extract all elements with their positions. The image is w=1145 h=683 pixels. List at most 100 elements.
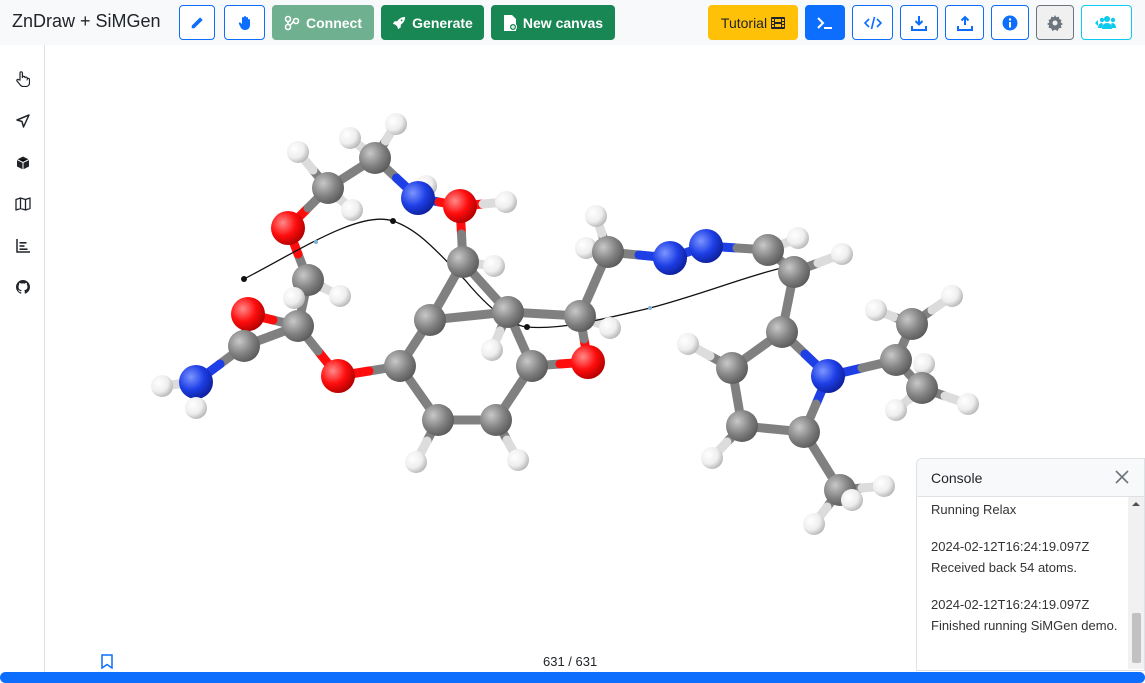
- atom-c[interactable]: [766, 316, 798, 348]
- atom-o[interactable]: [321, 359, 355, 393]
- atom-c[interactable]: [228, 330, 260, 362]
- atom-h[interactable]: [507, 449, 529, 471]
- atom-h[interactable]: [151, 375, 173, 397]
- atom-n[interactable]: [689, 229, 723, 263]
- log-message: Finished running SiMGen demo.: [931, 618, 1118, 633]
- atom-h[interactable]: [599, 317, 621, 339]
- atom-c[interactable]: [752, 234, 784, 266]
- atom-h[interactable]: [885, 399, 907, 421]
- new-canvas-button[interactable]: New canvas: [491, 5, 615, 40]
- rocket-icon: [392, 16, 406, 30]
- code-button[interactable]: [852, 5, 893, 40]
- atom-h[interactable]: [283, 287, 305, 309]
- atom-h[interactable]: [341, 199, 363, 221]
- selection-mode-button[interactable]: [224, 5, 265, 40]
- connect-button[interactable]: Connect: [272, 5, 374, 40]
- atom-h[interactable]: [483, 255, 505, 277]
- atom-n[interactable]: [811, 359, 845, 393]
- atom-c[interactable]: [492, 296, 524, 328]
- atom-c[interactable]: [422, 404, 454, 436]
- terminal-button[interactable]: [805, 5, 845, 40]
- scrollbar-thumb[interactable]: [1132, 613, 1141, 663]
- tutorial-button[interactable]: Tutorial: [708, 5, 798, 40]
- atom-c[interactable]: [564, 300, 596, 332]
- upload-button[interactable]: [945, 5, 984, 40]
- atom-n[interactable]: [179, 365, 213, 399]
- hand-pointer-icon: [16, 70, 31, 92]
- atom-c[interactable]: [414, 304, 446, 336]
- atom-c[interactable]: [384, 350, 416, 382]
- atom-h[interactable]: [873, 475, 895, 497]
- atom-n[interactable]: [401, 181, 435, 215]
- atom-c[interactable]: [359, 142, 391, 174]
- location-arrow-icon: [16, 113, 30, 133]
- settings-button[interactable]: [1036, 5, 1074, 40]
- generate-label: Generate: [412, 14, 473, 31]
- sidebar-item-modify[interactable]: [14, 156, 32, 174]
- atom-h[interactable]: [405, 451, 427, 473]
- atom-c[interactable]: [880, 344, 912, 376]
- close-icon[interactable]: [1114, 469, 1130, 485]
- atom-h[interactable]: [185, 397, 207, 419]
- atom-c[interactable]: [516, 350, 548, 382]
- frame-counter: 631 / 631: [543, 654, 598, 669]
- log-entry: 2024-02-12T16:24:19.097Z Finished runnin…: [931, 594, 1121, 636]
- atom-h[interactable]: [339, 127, 361, 149]
- atom-c[interactable]: [716, 352, 748, 384]
- atom-c[interactable]: [788, 416, 820, 448]
- film-icon: [771, 16, 786, 29]
- atom-h[interactable]: [287, 141, 309, 163]
- atom-c[interactable]: [592, 236, 624, 268]
- log-entry: Running Relax: [931, 499, 1121, 520]
- info-button[interactable]: [991, 5, 1029, 40]
- atom-h[interactable]: [865, 299, 887, 321]
- atom-h[interactable]: [701, 447, 723, 469]
- console-scrollbar[interactable]: [1128, 497, 1144, 669]
- console-panel: Console Running Relax 2024-02-12T16:24:1…: [916, 458, 1145, 671]
- atom-c[interactable]: [447, 246, 479, 278]
- users-button[interactable]: [1081, 5, 1132, 40]
- sidebar-item-github[interactable]: [14, 279, 32, 298]
- tutorial-label: Tutorial: [720, 14, 768, 31]
- atom-h[interactable]: [495, 191, 517, 213]
- sidebar-item-map[interactable]: [14, 196, 32, 215]
- atom-c[interactable]: [312, 172, 344, 204]
- atom-c[interactable]: [896, 308, 928, 340]
- atom-o[interactable]: [271, 211, 305, 245]
- atom-h[interactable]: [677, 333, 699, 355]
- atom-h[interactable]: [329, 285, 351, 307]
- sidebar-item-pointer[interactable]: [14, 70, 32, 92]
- atom-h[interactable]: [831, 243, 853, 265]
- atom-o[interactable]: [231, 297, 265, 331]
- bookmark-icon[interactable]: [101, 654, 113, 670]
- atom-h[interactable]: [803, 513, 825, 535]
- atom-n[interactable]: [653, 241, 687, 275]
- atom-o[interactable]: [571, 345, 605, 379]
- log-timestamp: 2024-02-12T16:24:19.097Z: [931, 539, 1090, 554]
- atom-c[interactable]: [906, 372, 938, 404]
- atom-c[interactable]: [282, 310, 314, 342]
- info-icon: [1002, 15, 1018, 31]
- drawing-mode-button[interactable]: [179, 5, 215, 40]
- atom-h[interactable]: [585, 205, 607, 227]
- atom-h[interactable]: [481, 339, 503, 361]
- sidebar-item-analysis[interactable]: [14, 238, 32, 257]
- sidebar-item-geometry[interactable]: [14, 113, 32, 133]
- atom-h[interactable]: [385, 113, 407, 135]
- atom-h[interactable]: [913, 353, 935, 375]
- gear-icon: [1047, 14, 1063, 31]
- atom-c[interactable]: [480, 404, 512, 436]
- atom-h[interactable]: [787, 227, 809, 249]
- log-message: Running Relax: [931, 502, 1017, 517]
- pencil-icon: [190, 16, 204, 30]
- atom-h[interactable]: [957, 393, 979, 415]
- atom-h[interactable]: [941, 285, 963, 307]
- frame-progress-bar[interactable]: [0, 672, 1145, 683]
- atom-o[interactable]: [443, 189, 477, 223]
- atom-c[interactable]: [726, 410, 758, 442]
- atom-c[interactable]: [778, 256, 810, 288]
- hand-icon: [237, 15, 253, 31]
- download-button[interactable]: [900, 5, 938, 40]
- generate-button[interactable]: Generate: [381, 5, 484, 40]
- atom-h[interactable]: [841, 489, 863, 511]
